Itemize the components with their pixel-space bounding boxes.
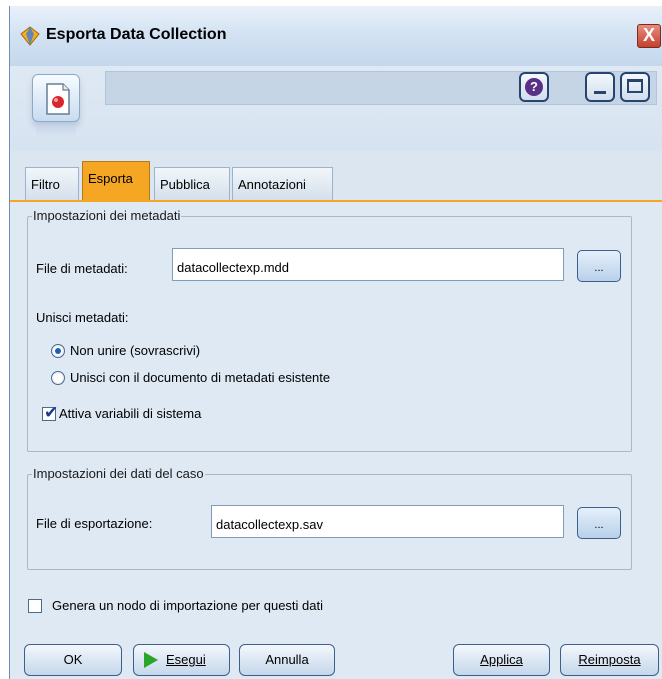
node-name-bar bbox=[105, 71, 657, 105]
metadata-settings-group: Impostazioni dei metadati File di metada… bbox=[27, 208, 632, 452]
window-title: Esporta Data Collection bbox=[46, 26, 227, 43]
export-node-icon bbox=[32, 74, 80, 122]
title-bar[interactable]: Esporta Data Collection X bbox=[10, 6, 662, 66]
metadata-file-input[interactable] bbox=[172, 248, 564, 281]
case-data-settings-group: Impostazioni dei dati del caso File di e… bbox=[27, 466, 632, 570]
tab-strip: Filtro Esporta Pubblica Annotazioni bbox=[10, 151, 662, 202]
no-merge-label: Non unire (sovrascrivi) bbox=[70, 343, 201, 358]
diamond-app-icon bbox=[20, 26, 40, 46]
node-icon-reflection bbox=[36, 126, 76, 138]
generate-import-node-label: Genera un nodo di importazione per quest… bbox=[52, 598, 324, 613]
tab-filtro[interactable]: Filtro bbox=[25, 167, 79, 201]
checkmark-icon: ✔ bbox=[44, 403, 59, 422]
maximize-icon bbox=[627, 79, 643, 93]
maximize-button[interactable] bbox=[620, 72, 650, 102]
run-button-label: Esegui bbox=[166, 652, 206, 667]
no-merge-radio[interactable] bbox=[51, 344, 65, 358]
merge-metadata-label: Unisci metadati: bbox=[36, 310, 129, 325]
ok-button[interactable]: OK bbox=[24, 644, 122, 676]
tab-annotazioni[interactable]: Annotazioni bbox=[232, 167, 333, 201]
minimize-icon bbox=[594, 91, 606, 94]
system-variables-label: Attiva variabili di sistema bbox=[59, 406, 202, 421]
reset-button-label: Reimposta bbox=[578, 652, 641, 667]
close-icon: X bbox=[642, 25, 655, 45]
node-header: ? bbox=[10, 66, 662, 151]
play-icon bbox=[144, 652, 158, 668]
system-variables-checkbox[interactable]: ✔ bbox=[42, 403, 58, 422]
generate-import-node-checkbox[interactable] bbox=[28, 599, 42, 613]
export-file-label: File di esportazione: bbox=[36, 516, 153, 531]
metadata-browse-button[interactable]: ... bbox=[577, 250, 621, 282]
tab-esporta[interactable]: Esporta bbox=[82, 161, 150, 201]
metadata-group-title: Impostazioni dei metadati bbox=[32, 208, 182, 223]
merge-existing-label: Unisci con il documento di metadati esis… bbox=[70, 370, 331, 385]
document-icon bbox=[46, 83, 70, 115]
close-button[interactable]: X bbox=[637, 24, 661, 48]
reset-button[interactable]: Reimposta bbox=[560, 644, 659, 676]
minimize-button[interactable] bbox=[585, 72, 615, 102]
run-button[interactable]: Esegui bbox=[133, 644, 230, 676]
export-panel: Impostazioni dei metadati File di metada… bbox=[10, 202, 662, 679]
export-browse-button[interactable]: ... bbox=[577, 507, 621, 539]
help-button[interactable]: ? bbox=[519, 72, 549, 102]
case-data-group-title: Impostazioni dei dati del caso bbox=[32, 466, 205, 481]
export-file-input[interactable] bbox=[211, 505, 564, 538]
tab-pubblica[interactable]: Pubblica bbox=[154, 167, 230, 201]
help-icon: ? bbox=[525, 78, 543, 96]
merge-existing-radio[interactable] bbox=[51, 371, 65, 385]
apply-button[interactable]: Applica bbox=[453, 644, 550, 676]
metadata-file-label: File di metadati: bbox=[36, 261, 128, 276]
cancel-button[interactable]: Annulla bbox=[239, 644, 335, 676]
apply-button-label: Applica bbox=[480, 652, 523, 667]
export-dialog: Esporta Data Collection X ? Filtro Espor… bbox=[9, 6, 662, 679]
